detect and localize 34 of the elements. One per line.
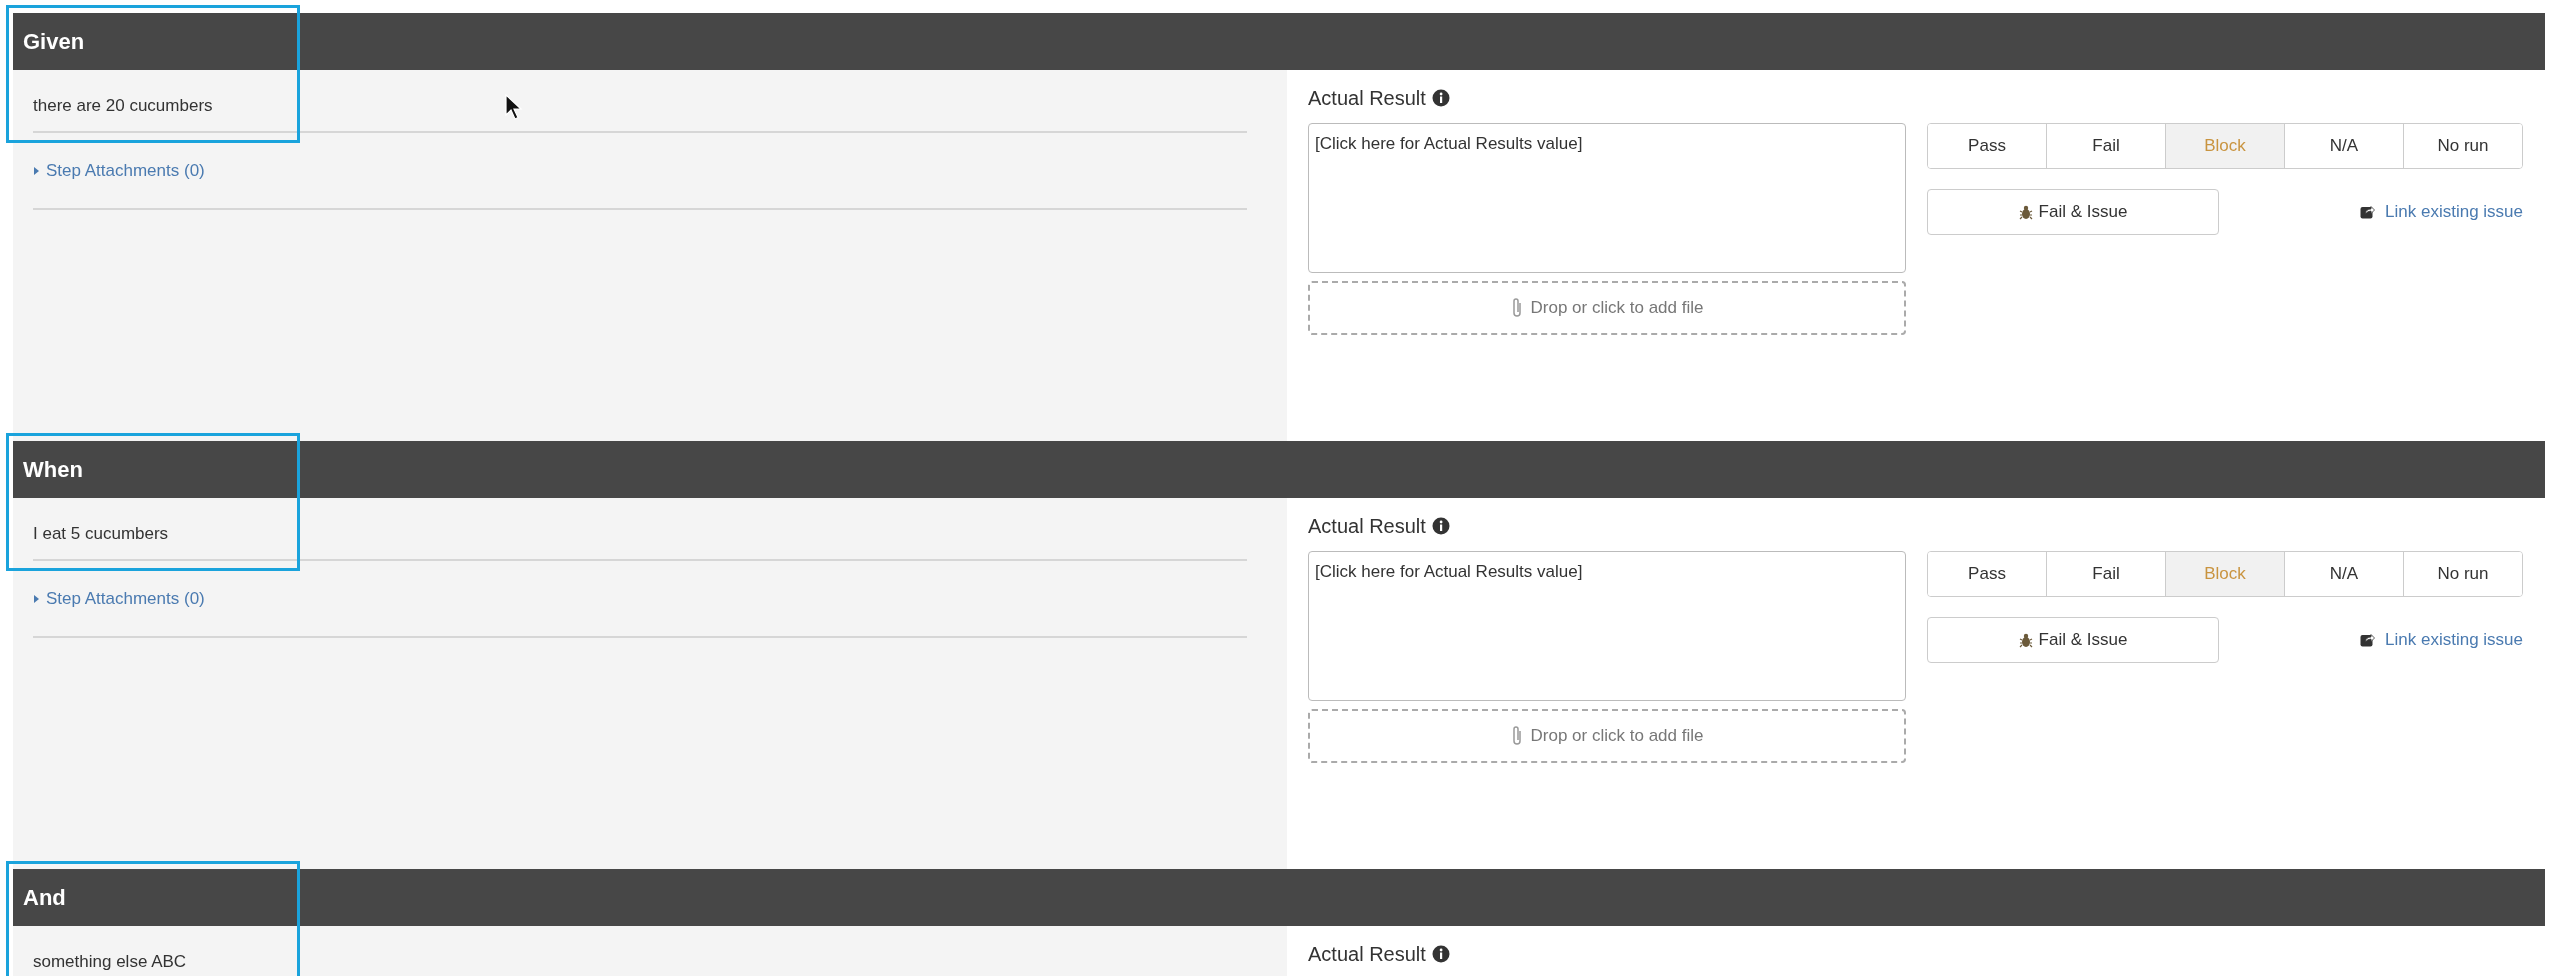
- dropzone-text: Drop or click to add file: [1530, 726, 1704, 746]
- caret-icon: [33, 594, 40, 604]
- step-title: When: [23, 456, 83, 483]
- share-icon: [2360, 633, 2376, 647]
- caret-icon: [33, 166, 40, 176]
- paperclip-icon: [1510, 725, 1523, 747]
- bug-icon: [2018, 204, 2033, 220]
- step-title: Given: [23, 28, 85, 55]
- file-dropzone[interactable]: Drop or click to add file: [1308, 281, 1906, 335]
- step-text: there are 20 cucumbers: [33, 95, 214, 117]
- actual-result-label: Actual Result: [1308, 512, 2523, 540]
- actual-result-field[interactable]: [Click here for Actual Results value]: [1308, 551, 1906, 701]
- info-icon: [1431, 89, 1450, 107]
- fail-and-issue-button[interactable]: Fail & Issue: [1927, 189, 2219, 235]
- dropzone-text: Drop or click to add file: [1530, 298, 1704, 318]
- status-button[interactable]: Pass: [1928, 552, 2047, 596]
- paperclip-icon: [1510, 297, 1523, 319]
- actual-result-field[interactable]: [Click here for Actual Results value]: [1308, 123, 1906, 273]
- step-attachments-link[interactable]: Step Attachments (0): [33, 589, 205, 609]
- step-title: And: [23, 884, 66, 911]
- link-existing-issue-link[interactable]: Link existing issue: [2360, 202, 2523, 222]
- status-button[interactable]: Pass: [1928, 124, 2047, 168]
- step-text: I eat 5 cucumbers: [33, 523, 170, 545]
- actual-result-label: Actual Result: [1308, 84, 2523, 112]
- file-dropzone[interactable]: Drop or click to add file: [1308, 709, 1906, 763]
- step-text: something else ABC: [33, 951, 188, 973]
- step-attachments-link[interactable]: Step Attachments (0): [33, 161, 205, 181]
- share-icon: [2360, 205, 2376, 219]
- fail-and-issue-button[interactable]: Fail & Issue: [1927, 617, 2219, 663]
- info-icon: [1431, 945, 1450, 963]
- info-icon: [1431, 517, 1450, 535]
- link-existing-issue-link[interactable]: Link existing issue: [2360, 630, 2523, 650]
- bug-icon: [2018, 632, 2033, 648]
- actual-result-label: Actual Result: [1308, 940, 2523, 968]
